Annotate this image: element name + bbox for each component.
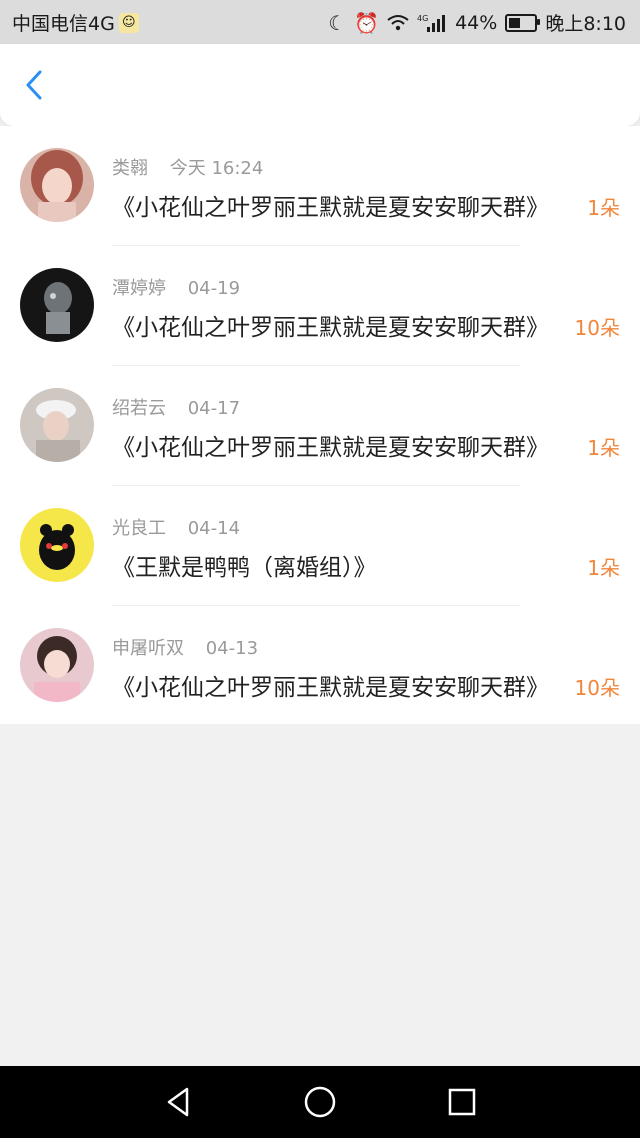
battery-icon	[505, 13, 541, 32]
moon-icon: ☾	[328, 10, 347, 35]
message-title: 《小花仙之叶罗丽王默就是夏安安聊天群》	[112, 315, 549, 341]
avatar[interactable]	[20, 388, 94, 462]
list-item[interactable]: 绍若云 04-17 《小花仙之叶罗丽王默就是夏安安聊天群》 1朵	[0, 366, 640, 486]
flower-count: 1朵	[587, 196, 620, 220]
sender-name: 类翱	[112, 158, 148, 179]
message-list: 类翱 今天 16:24 《小花仙之叶罗丽王默就是夏安安聊天群》 1朵 潭婷婷 0…	[0, 126, 640, 724]
message-meta: 申屠听双 04-13	[112, 634, 258, 660]
message-title: 《王默是鸭鸭（离婚组）》	[112, 555, 377, 581]
message-time: 04-19	[187, 278, 241, 299]
system-nav-bar	[0, 1066, 640, 1138]
status-right: ☾ ⏰ 4G 44% 晚上8:10	[328, 9, 626, 36]
clock-time: 晚上8:10	[545, 13, 626, 35]
status-bar: 中国电信4G ☺ ☾ ⏰ 4G 44% 晚上8:10	[0, 0, 640, 44]
nav-home-button[interactable]	[302, 1084, 338, 1120]
carrier-label: 中国电信4G	[12, 13, 115, 35]
status-left: 中国电信4G ☺	[12, 9, 139, 36]
nav-recents-button[interactable]	[444, 1084, 480, 1120]
network-type-label: 4G	[417, 14, 428, 23]
sender-name: 申屠听双	[112, 638, 184, 659]
message-time: 今天 16:24	[169, 158, 264, 179]
sender-name: 潭婷婷	[112, 278, 166, 299]
triangle-back-icon	[167, 1087, 189, 1117]
flower-count: 10朵	[574, 316, 620, 340]
flower-count: 1朵	[587, 436, 620, 460]
message-time: 04-14	[187, 518, 241, 539]
avatar[interactable]	[20, 148, 94, 222]
message-title: 《小花仙之叶罗丽王默就是夏安安聊天群》	[112, 435, 549, 461]
nav-back-button[interactable]	[160, 1084, 196, 1120]
flower-count: 10朵	[574, 676, 620, 700]
sender-name: 光良工	[112, 518, 166, 539]
signal-icon: 4G	[417, 14, 446, 32]
avatar[interactable]	[20, 508, 94, 582]
back-button[interactable]	[18, 68, 52, 102]
chevron-left-icon	[26, 70, 42, 100]
header-bar	[0, 44, 640, 126]
message-meta: 光良工 04-14	[112, 514, 240, 540]
list-item[interactable]: 申屠听双 04-13 《小花仙之叶罗丽王默就是夏安安聊天群》 10朵	[0, 606, 640, 726]
wifi-icon	[387, 14, 409, 30]
message-meta: 类翱 今天 16:24	[112, 154, 263, 180]
list-item[interactable]: 潭婷婷 04-19 《小花仙之叶罗丽王默就是夏安安聊天群》 10朵	[0, 246, 640, 366]
sender-name: 绍若云	[112, 398, 166, 419]
circle-home-icon	[304, 1086, 336, 1118]
flower-count: 1朵	[587, 556, 620, 580]
avatar[interactable]	[20, 268, 94, 342]
message-title: 《小花仙之叶罗丽王默就是夏安安聊天群》	[112, 675, 549, 701]
message-time: 04-17	[187, 398, 241, 419]
list-item[interactable]: 类翱 今天 16:24 《小花仙之叶罗丽王默就是夏安安聊天群》 1朵	[0, 126, 640, 246]
list-item[interactable]: 光良工 04-14 《王默是鸭鸭（离婚组）》 1朵	[0, 486, 640, 606]
battery-percent: 44%	[455, 11, 498, 34]
battery-fill	[509, 17, 521, 28]
square-recents-icon	[448, 1088, 476, 1116]
sim-badge-icon: ☺	[118, 12, 139, 33]
avatar[interactable]	[20, 628, 94, 702]
message-meta: 绍若云 04-17	[112, 394, 240, 420]
message-meta: 潭婷婷 04-19	[112, 274, 240, 300]
message-time: 04-13	[205, 638, 259, 659]
alarm-clock-icon: ⏰	[354, 10, 380, 35]
message-title: 《小花仙之叶罗丽王默就是夏安安聊天群》	[112, 195, 549, 221]
